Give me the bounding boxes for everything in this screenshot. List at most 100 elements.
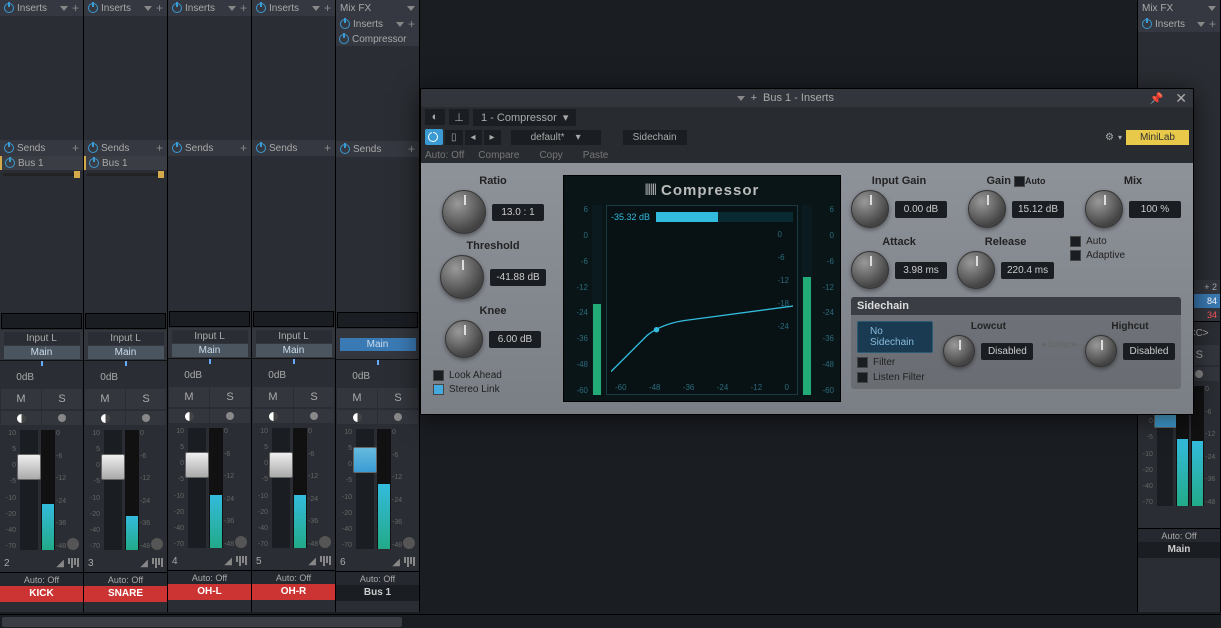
- waveform-icon[interactable]: [152, 558, 163, 568]
- mute-button[interactable]: M: [253, 387, 293, 407]
- knee-knob[interactable]: [445, 320, 483, 358]
- output-selector[interactable]: Main: [256, 344, 332, 357]
- monitor-button[interactable]: [337, 410, 377, 424]
- pan-control[interactable]: 0dB: [336, 365, 419, 387]
- inserts-header[interactable]: Inserts+: [168, 0, 251, 16]
- gear-icon[interactable]: [235, 536, 247, 548]
- inserts-header[interactable]: Inserts+: [1138, 16, 1220, 32]
- sends-header[interactable]: Sends+: [168, 140, 251, 156]
- plus-icon[interactable]: +: [156, 1, 163, 15]
- gear-icon[interactable]: [403, 537, 415, 549]
- automation-mode[interactable]: Auto: Off: [84, 572, 167, 586]
- prev-button[interactable]: ◂: [465, 130, 482, 145]
- monitor-button[interactable]: [169, 409, 209, 423]
- plus-icon[interactable]: +: [156, 141, 163, 155]
- knee-value[interactable]: 6.00 dB: [489, 331, 541, 348]
- mute-button[interactable]: M: [337, 388, 377, 408]
- insert-slot[interactable]: Compressor: [336, 32, 419, 46]
- power-icon[interactable]: [4, 3, 14, 13]
- attack-knob[interactable]: [851, 251, 889, 289]
- nav-prev-button[interactable]: ◐: [425, 109, 445, 125]
- plus-icon[interactable]: +: [72, 141, 79, 155]
- sends-header[interactable]: Sends+: [84, 140, 167, 156]
- plus-icon[interactable]: +: [324, 141, 331, 155]
- solo-button[interactable]: S: [126, 389, 166, 409]
- threshold-value[interactable]: -41.88 dB: [490, 269, 545, 286]
- record-button[interactable]: [210, 409, 250, 423]
- power-icon[interactable]: [172, 143, 182, 153]
- waveform-icon[interactable]: [320, 556, 331, 566]
- input-gain-knob[interactable]: [851, 190, 889, 228]
- gear-icon[interactable]: [151, 538, 163, 550]
- swap-button[interactable]: ◂ Swap ▸: [1041, 339, 1077, 350]
- release-auto-checkbox[interactable]: [1070, 236, 1081, 247]
- send-slot[interactable]: Bus 1: [0, 156, 83, 170]
- power-icon[interactable]: [4, 143, 14, 153]
- channel-name[interactable]: KICK: [0, 586, 83, 602]
- monitor-button[interactable]: [253, 409, 293, 423]
- record-button[interactable]: [42, 411, 82, 425]
- next-button[interactable]: ▸: [484, 130, 501, 145]
- power-icon[interactable]: [339, 34, 349, 44]
- solo-button[interactable]: S: [378, 388, 418, 408]
- waveform-icon[interactable]: [68, 558, 79, 568]
- power-icon[interactable]: [5, 158, 15, 168]
- fader[interactable]: [20, 430, 38, 550]
- channel-name[interactable]: OH-L: [168, 584, 251, 600]
- fader[interactable]: [356, 429, 374, 549]
- automation-mode[interactable]: Auto: Off: [1138, 528, 1220, 542]
- automation-mode[interactable]: Auto: Off: [336, 571, 419, 585]
- channel-name[interactable]: OH-R: [252, 584, 335, 600]
- sends-header[interactable]: Sends+: [252, 140, 335, 156]
- power-icon[interactable]: [89, 158, 99, 168]
- mute-button[interactable]: M: [85, 389, 125, 409]
- pan-control[interactable]: 0dB: [84, 366, 167, 388]
- nav-tree-button[interactable]: ⊥: [449, 109, 469, 125]
- waveform-icon[interactable]: [236, 556, 247, 566]
- output-selector[interactable]: Main: [88, 346, 164, 359]
- plugin-titlebar[interactable]: + Bus 1 - Inserts 📌 ✕: [421, 89, 1193, 107]
- record-button[interactable]: [294, 409, 334, 423]
- gear-icon[interactable]: [319, 536, 331, 548]
- mixfx-header[interactable]: Mix FX: [336, 0, 419, 16]
- release-knob[interactable]: [957, 251, 995, 289]
- minilab-badge[interactable]: MiniLab: [1126, 130, 1189, 145]
- lookahead-checkbox[interactable]: [433, 370, 444, 381]
- fader[interactable]: [272, 428, 290, 548]
- sends-header[interactable]: Sends+: [0, 140, 83, 156]
- channel-name[interactable]: Bus 1: [336, 585, 419, 601]
- inserts-header[interactable]: Inserts+: [84, 0, 167, 16]
- copy-button[interactable]: Copy: [533, 149, 568, 162]
- plus-icon[interactable]: +: [324, 1, 331, 15]
- solo-button[interactable]: S: [294, 387, 334, 407]
- record-button[interactable]: [126, 411, 166, 425]
- chevron-down-icon[interactable]: [737, 96, 745, 101]
- ratio-value[interactable]: 13.0 : 1: [492, 204, 544, 221]
- plus-icon[interactable]: +: [751, 92, 757, 104]
- send-slot[interactable]: Bus 1: [84, 156, 167, 170]
- power-icon[interactable]: [256, 143, 266, 153]
- highcut-knob[interactable]: [1085, 335, 1117, 367]
- monitor-button[interactable]: [85, 411, 125, 425]
- slot-selector[interactable]: 1 - Compressor ▾: [473, 109, 576, 126]
- inserts-header[interactable]: Inserts+: [0, 0, 83, 16]
- mute-button[interactable]: M: [1, 389, 41, 409]
- monitor-button[interactable]: [1, 411, 41, 425]
- automation-mode[interactable]: Auto: Off: [252, 570, 335, 584]
- solo-button[interactable]: S: [42, 389, 82, 409]
- eq-icon[interactable]: ◢: [224, 556, 232, 567]
- gear-icon[interactable]: [67, 538, 79, 550]
- compare-button[interactable]: Compare: [472, 149, 525, 162]
- no-sidechain-button[interactable]: No Sidechain: [857, 321, 933, 353]
- plus-icon[interactable]: +: [72, 1, 79, 15]
- mute-button[interactable]: M: [169, 387, 209, 407]
- input-selector[interactable]: Input L: [256, 330, 332, 343]
- sc-listen-checkbox[interactable]: [857, 372, 868, 383]
- input-selector[interactable]: Input L: [172, 330, 248, 343]
- plugin-power-button[interactable]: [425, 129, 443, 145]
- output-selector[interactable]: Main: [340, 338, 416, 351]
- inserts-header[interactable]: Inserts+: [336, 16, 419, 32]
- record-button[interactable]: [378, 410, 418, 424]
- eq-icon[interactable]: ◢: [140, 558, 148, 569]
- output-selector[interactable]: Main: [172, 344, 248, 357]
